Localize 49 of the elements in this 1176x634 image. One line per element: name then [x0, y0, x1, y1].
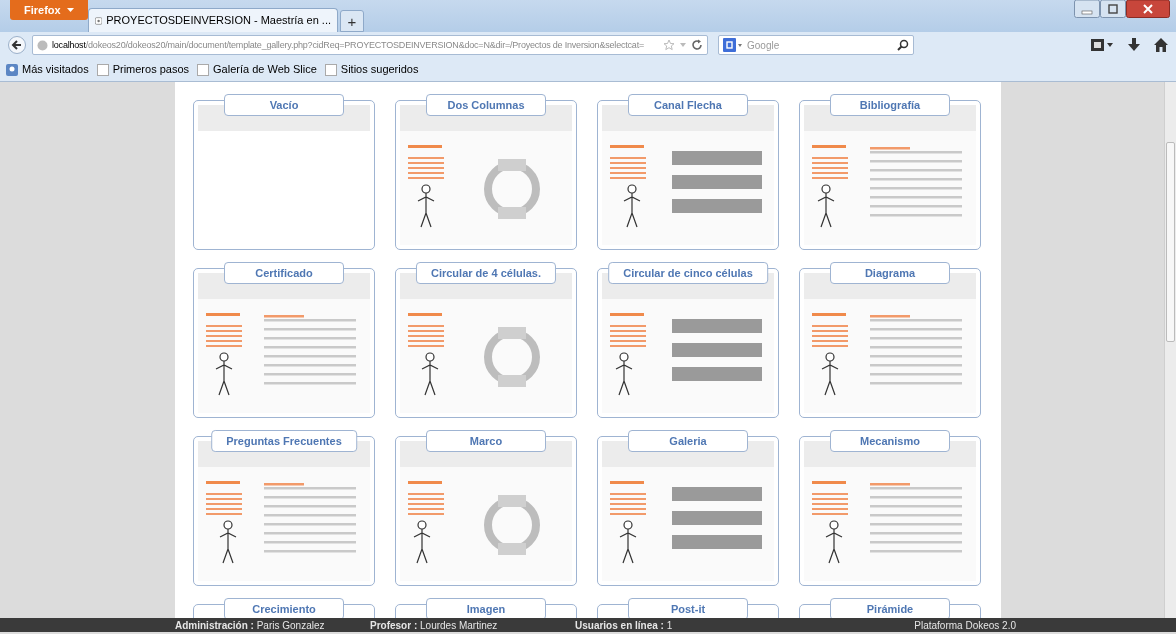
- reload-icon[interactable]: [691, 39, 703, 51]
- new-tab-button[interactable]: +: [340, 10, 364, 32]
- home-icon[interactable]: [1154, 38, 1168, 52]
- template-title: Post-it: [628, 598, 748, 618]
- template-title: Bibliografía: [830, 94, 950, 116]
- url-text: localhost/dokeos20/dokeos20/main/document/template_gallery.php?cidReq=PROYECTOSDEINVERSION&doc=N&dir=/Proyectos de Inversion&selectcat=: [52, 38, 644, 52]
- page-icon: [95, 14, 103, 27]
- bookmark-link[interactable]: Sitios sugeridos: [340, 61, 419, 78]
- bookmark-link[interactable]: Galería de Web Slice: [213, 61, 317, 78]
- template-title: Circular de 4 células.: [415, 262, 557, 284]
- template-title: Galeria: [628, 430, 748, 452]
- bookmark-link[interactable]: Primeros pasos: [112, 61, 190, 78]
- template-title: Dos Columnas: [426, 94, 546, 116]
- template-title: Marco: [426, 430, 546, 452]
- bookmark-link[interactable]: Más visitados: [22, 61, 89, 78]
- template-title: Certificado: [224, 262, 344, 284]
- tab-title: PROYECTOSDEINVERSION - Maestría en ...: [106, 13, 331, 29]
- bookmark-icon: [6, 63, 18, 76]
- star-icon[interactable]: [663, 39, 675, 51]
- search-icon[interactable]: [897, 39, 909, 51]
- close-icon[interactable]: [1126, 0, 1170, 18]
- firefox-menu-button[interactable]: Firefox: [10, 0, 88, 20]
- template-title: Crecimiento: [224, 598, 344, 618]
- template-title: Preguntas Frecuentes: [211, 430, 357, 452]
- browser-tab[interactable]: PROYECTOSDEINVERSION - Maestría en ...: [88, 8, 338, 32]
- template-title: Diagrama: [830, 262, 950, 284]
- download-icon[interactable]: [1128, 38, 1140, 52]
- address-bar[interactable]: localhost/dokeos20/dokeos20/main/document/template_gallery.php?cidReq=PROYECTOSDEINVERSION&doc=N&dir=/Proyectos de Inversion&selectcat=: [32, 35, 708, 55]
- caret-icon: [66, 8, 74, 12]
- scrollbar-thumb[interactable]: [1166, 142, 1175, 342]
- template-title: Vacío: [224, 94, 344, 116]
- platform-text: Plataforma Dokeos 2.0: [914, 618, 1016, 633]
- template-title: Canal Flecha: [628, 94, 748, 116]
- template-title: Circular de cinco células: [608, 262, 768, 284]
- status-text: Administración : Paris Gonzalez: [175, 618, 326, 633]
- page-icon: [324, 63, 337, 76]
- search-field[interactable]: Google: [718, 35, 914, 55]
- template-title: Mecanismo: [830, 430, 950, 452]
- search-input[interactable]: Google: [747, 37, 893, 53]
- template-title: Pirámide: [830, 598, 950, 618]
- back-icon[interactable]: [8, 36, 26, 54]
- template-title: Imagen: [426, 598, 546, 618]
- maximize-icon[interactable]: [1100, 0, 1126, 18]
- bookmarks-menu-icon[interactable]: [1090, 38, 1114, 52]
- search-engine-icon[interactable]: [723, 38, 743, 52]
- status-text: Usuarios en línea : 1: [575, 618, 674, 633]
- status-text: Profesor : Lourdes Martinez: [370, 618, 499, 633]
- page-icon: [197, 63, 210, 76]
- page-icon: [96, 63, 109, 76]
